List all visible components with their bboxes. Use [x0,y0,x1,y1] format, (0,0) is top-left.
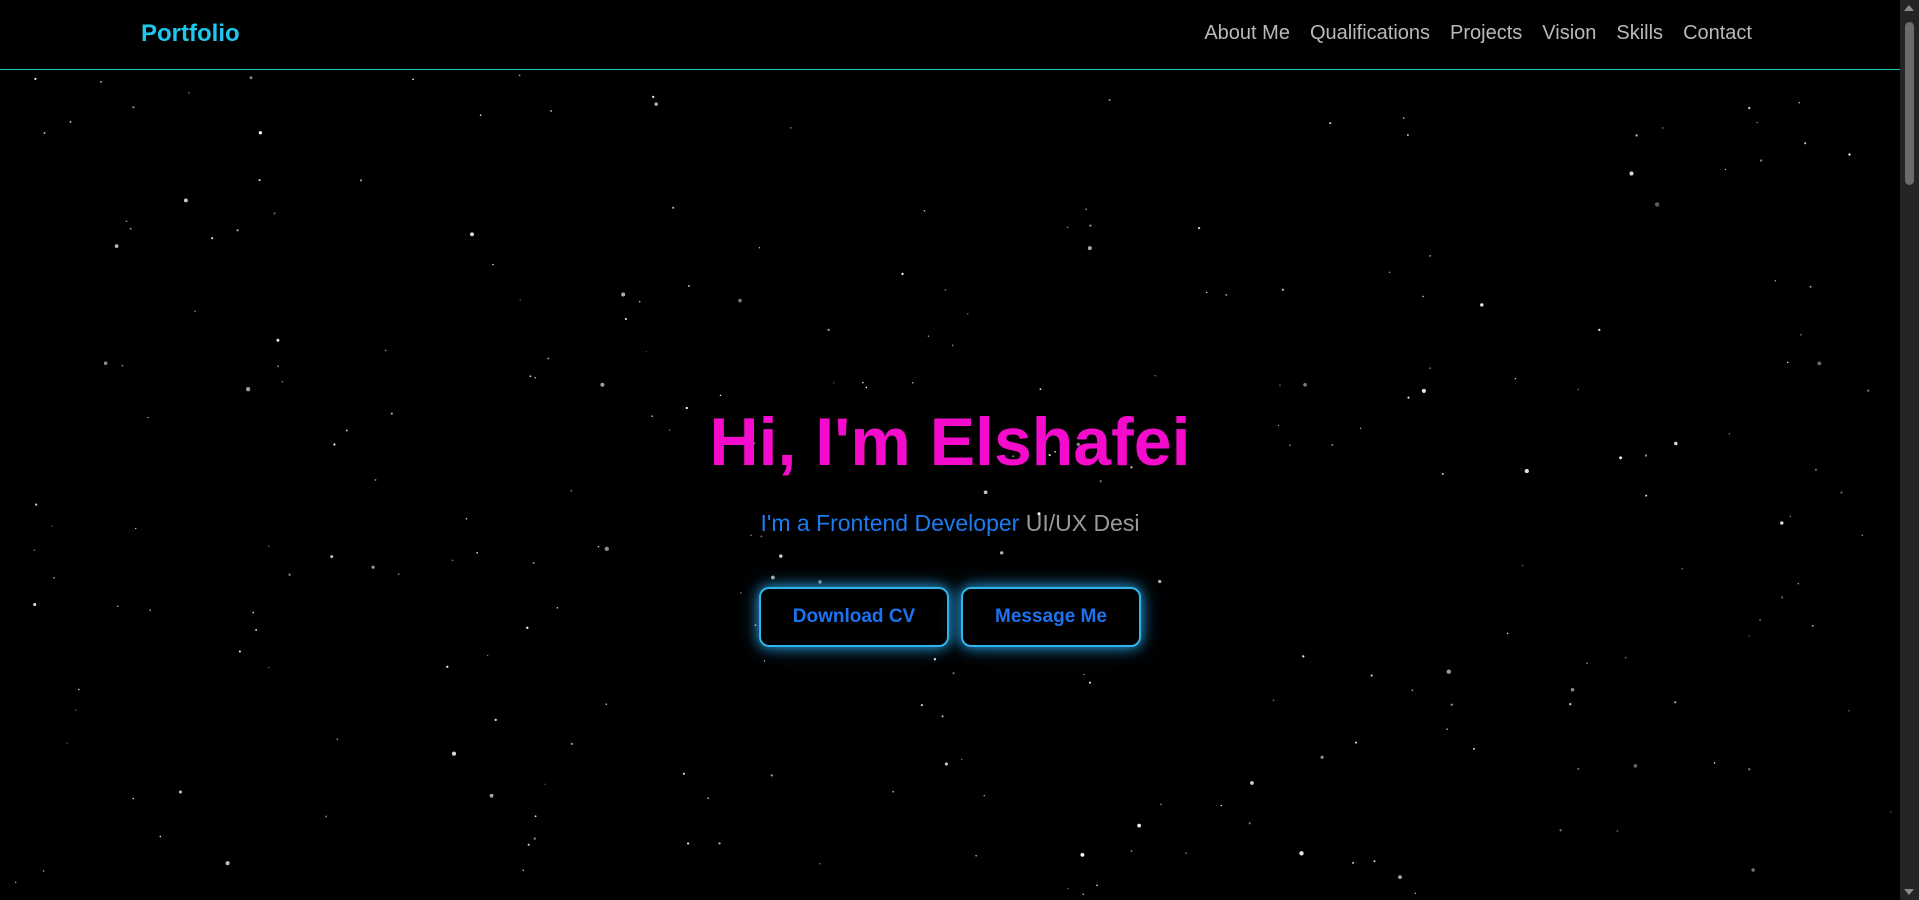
typed-role-text: I'm a Frontend Developer [760,510,1020,536]
scroll-up-arrow-icon[interactable] [1904,5,1914,11]
hero-buttons: Download CV Message Me [0,587,1900,647]
hero-title: Hi, I'm Elshafei [709,404,1191,480]
scroll-down-arrow-icon[interactable] [1904,889,1914,895]
hero-subtitle: I'm a Frontend Developer UI/UX Desi [0,509,1900,537]
download-cv-button[interactable]: Download CV [759,587,949,647]
vertical-scrollbar[interactable] [1900,0,1919,900]
hero-section: Hi, I'm Elshafei I'm a Frontend Develope… [0,0,1900,900]
scrollbar-thumb[interactable] [1905,22,1914,185]
message-me-button[interactable]: Message Me [961,587,1141,647]
typing-role-text: UI/UX Desi [1025,510,1140,536]
page: Portfolio About Me Qualifications Projec… [0,0,1900,900]
